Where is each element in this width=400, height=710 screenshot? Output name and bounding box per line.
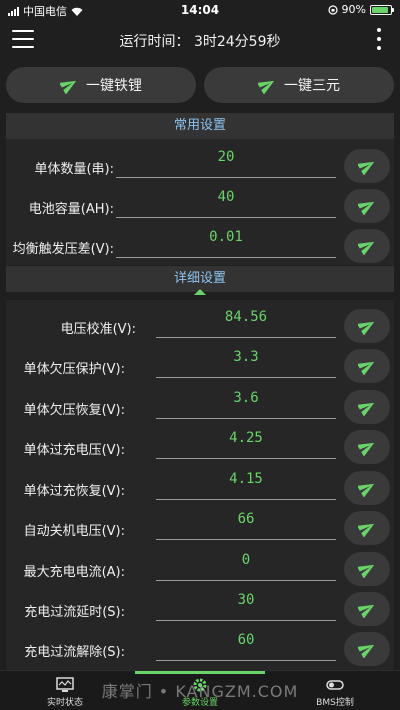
setting-value-input[interactable]: 66 <box>156 508 336 540</box>
setting-row-overcharge-voltage: 单体过充电压(V): 4.25 <box>0 427 400 467</box>
setting-value-input[interactable]: 60 <box>156 629 336 661</box>
send-button[interactable] <box>344 430 390 464</box>
send-icon <box>358 483 375 497</box>
send-icon <box>358 321 375 335</box>
send-icon <box>358 644 375 658</box>
setting-label: 单体数量(串): <box>34 162 114 177</box>
setting-value-input[interactable]: 4.15 <box>156 468 336 500</box>
gear-icon <box>193 678 207 692</box>
setting-row-overcurrent-delay: 充电过流延时(S): 30 <box>0 589 400 629</box>
setting-value-input[interactable]: 4.25 <box>156 427 336 459</box>
send-icon <box>60 80 77 94</box>
setting-row-undervoltage-protect: 单体欠压保护(V): 3.3 <box>0 346 400 386</box>
send-icon <box>358 442 375 456</box>
send-icon <box>358 241 375 255</box>
tab-realtime-status[interactable]: 实时状态 <box>30 671 100 710</box>
setting-label: 电压校准(V): <box>60 322 136 337</box>
runtime-label: 运行时间： 3时24分59秒 <box>119 34 281 50</box>
setting-value-input[interactable]: 20 <box>116 146 336 178</box>
setting-row-undervoltage-recover: 单体欠压恢复(V): 3.6 <box>0 387 400 427</box>
send-icon <box>358 361 375 375</box>
setting-label: 均衡触发压差(V): <box>12 242 114 257</box>
send-icon <box>358 564 375 578</box>
send-button[interactable] <box>344 229 390 263</box>
send-button[interactable] <box>344 189 390 223</box>
setting-value-input[interactable]: 40 <box>116 186 336 218</box>
send-button[interactable] <box>344 149 390 183</box>
send-button[interactable] <box>344 632 390 666</box>
more-options-icon[interactable] <box>376 28 382 50</box>
setting-label: 单体欠压保护(V): <box>23 362 125 377</box>
active-tab-indicator <box>135 671 265 674</box>
tab-label: BMS控制 <box>316 698 354 708</box>
send-icon <box>358 604 375 618</box>
setting-value-input[interactable]: 0 <box>156 549 336 581</box>
quick-ternary-label: 一键三元 <box>284 78 340 94</box>
setting-label: 充电过流解除(S): <box>24 645 125 660</box>
send-button[interactable] <box>344 349 390 383</box>
setting-row-voltage-calibration: 电压校准(V): 84.56 <box>0 306 400 346</box>
send-button[interactable] <box>344 592 390 626</box>
send-icon <box>358 523 375 537</box>
setting-row-max-charge-current: 最大充电电流(A): 0 <box>0 549 400 589</box>
setting-row-overcharge-recover: 单体过充恢复(V): 4.15 <box>0 468 400 508</box>
setting-label: 单体欠压恢复(V): <box>23 403 125 418</box>
setting-row-cell-count: 单体数量(串): 20 <box>0 146 400 186</box>
quick-ternary-button[interactable]: 一键三元 <box>204 67 394 103</box>
send-icon <box>358 201 375 215</box>
toggle-icon <box>326 680 344 690</box>
send-icon <box>358 402 375 416</box>
tab-parameter-settings[interactable]: 参数设置 <box>135 671 265 710</box>
orientation-lock-icon <box>327 4 338 15</box>
status-bar: 中国电信 14:04 90% <box>0 0 400 20</box>
send-button[interactable] <box>344 471 390 505</box>
setting-value-input[interactable]: 0.01 <box>116 226 336 258</box>
tab-bms-control[interactable]: BMS控制 <box>300 671 370 710</box>
bottom-tab-bar: 实时状态 参数设置 BMS控制 <box>0 670 400 710</box>
battery-percent: 90% <box>341 3 366 16</box>
quick-lifepo4-button[interactable]: 一键铁锂 <box>6 67 196 103</box>
send-button[interactable] <box>344 390 390 424</box>
tab-label: 参数设置 <box>181 698 218 708</box>
send-icon <box>258 80 275 94</box>
setting-value-input[interactable]: 30 <box>156 589 336 621</box>
collapse-caret-icon[interactable] <box>194 289 206 295</box>
battery-icon <box>370 4 394 15</box>
setting-label: 自动关机电压(V): <box>23 524 125 539</box>
setting-label: 单体过充恢复(V): <box>23 484 125 499</box>
detail-settings-title: 详细设置 <box>173 271 226 286</box>
setting-row-balance-trigger: 均衡触发压差(V): 0.01 <box>0 226 400 266</box>
common-settings-header: 常用设置 <box>6 113 394 139</box>
setting-value-input[interactable]: 3.3 <box>156 346 336 378</box>
setting-value-input[interactable]: 3.6 <box>156 387 336 419</box>
app-bar: 运行时间： 3时24分59秒 <box>0 20 400 60</box>
send-icon <box>358 161 375 175</box>
send-button[interactable] <box>344 511 390 545</box>
status-right: 90% <box>327 3 394 16</box>
setting-label: 电池容量(AH): <box>28 202 114 217</box>
setting-label: 充电过流延时(S): <box>24 605 125 620</box>
send-button[interactable] <box>344 552 390 586</box>
battery-fill <box>372 6 389 13</box>
detail-settings-header[interactable]: 详细设置 <box>6 266 394 295</box>
common-settings-title: 常用设置 <box>173 118 226 133</box>
tab-label: 实时状态 <box>46 698 83 708</box>
setting-label: 单体过充电压(V): <box>23 443 125 458</box>
setting-label: 最大充电电流(A): <box>23 565 125 580</box>
setting-row-auto-shutdown: 自动关机电压(V): 66 <box>0 508 400 548</box>
setting-row-capacity: 电池容量(AH): 40 <box>0 186 400 226</box>
setting-row-overcurrent-release: 充电过流解除(S): 60 <box>0 629 400 669</box>
quick-lifepo4-label: 一键铁锂 <box>86 78 142 94</box>
send-button[interactable] <box>344 309 390 343</box>
monitor-icon <box>56 677 74 692</box>
setting-value-input[interactable]: 84.56 <box>156 306 336 338</box>
